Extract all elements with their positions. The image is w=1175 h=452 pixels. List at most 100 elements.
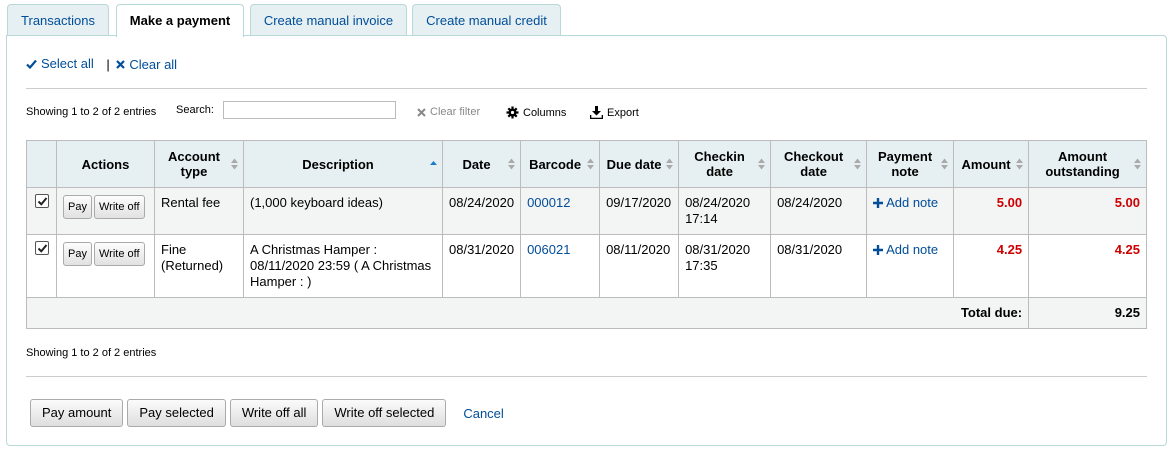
search-label: Search:: [176, 104, 214, 116]
total-due-label: Total due:: [25, 297, 1030, 329]
date-cell: 08/31/2020: [441, 234, 522, 298]
barcode-link[interactable]: 000012: [527, 195, 570, 210]
payment-note-cell: Add note: [866, 187, 955, 235]
plus-icon: [873, 198, 884, 208]
transactions-table: Actions Account type Description Date Ba…: [25, 140, 1147, 329]
column-header-checkout-date[interactable]: Checkout date: [770, 140, 868, 188]
column-header-barcode[interactable]: Barcode: [520, 140, 601, 188]
export-label: Export: [607, 106, 639, 119]
sort-icon: [758, 158, 766, 170]
search-input[interactable]: [223, 101, 396, 119]
write-off-all-button[interactable]: Write off all: [229, 399, 319, 427]
columns-button[interactable]: Columns: [506, 106, 566, 119]
tab-create-manual-invoice[interactable]: Create manual invoice: [250, 4, 407, 36]
separator: |: [106, 56, 110, 72]
row-select-cell: [26, 234, 57, 298]
pay-button[interactable]: Pay: [63, 242, 92, 266]
select-all-label: Select all: [41, 56, 94, 71]
sort-icon: [666, 158, 674, 170]
x-icon: [417, 107, 426, 117]
column-header-due-date[interactable]: Due date: [599, 140, 680, 188]
column-header-amount-outstanding[interactable]: Amount outstanding: [1028, 140, 1147, 188]
write-off-button[interactable]: Write off: [93, 242, 145, 266]
sort-icon: [231, 158, 238, 170]
row-select-cell: [26, 187, 57, 235]
plus-icon: [873, 245, 884, 255]
description-cell: (1,000 keyboard ideas): [243, 187, 443, 235]
row-checkbox[interactable]: [34, 241, 49, 255]
barcode-cell: 000012: [520, 187, 601, 235]
amount-outstanding-cell: 4.25: [1028, 234, 1147, 298]
tab-make-a-payment[interactable]: Make a payment: [116, 4, 244, 37]
check-icon: [26, 59, 37, 69]
barcode-cell: 006021: [520, 234, 601, 298]
due-date-cell: 08/11/2020: [599, 234, 680, 298]
total-due-value: 9.25: [1028, 297, 1147, 329]
table-toolbar: Showing 1 to 2 of 2 entries Search: Clea…: [26, 100, 1147, 124]
divider-bottom: [26, 376, 1147, 377]
add-note-link[interactable]: Add note: [873, 242, 938, 258]
sort-icon: [854, 158, 862, 170]
total-row: Total due: 9.25: [25, 297, 1147, 329]
check-icon: [37, 244, 47, 253]
amount-outstanding-cell: 5.00: [1028, 187, 1147, 235]
payment-panel: Select all | Clear all Showing 1 to 2 of…: [6, 35, 1167, 446]
sort-icon: [1134, 158, 1141, 170]
download-icon: [590, 106, 603, 119]
clear-all-label: Clear all: [129, 56, 178, 72]
checkin-date-cell: 08/31/2020 17:35: [678, 234, 772, 298]
cancel-link[interactable]: Cancel: [463, 406, 503, 421]
sort-icon: [1016, 158, 1024, 170]
pay-amount-button[interactable]: Pay amount: [30, 399, 124, 427]
pay-selected-button[interactable]: Pay selected: [127, 399, 226, 427]
action-bar: Pay amount Pay selected Write off all Wr…: [30, 399, 504, 427]
table-header-row: Actions Account type Description Date Ba…: [26, 140, 1147, 188]
entries-info: Showing 1 to 2 of 2 entries: [26, 106, 157, 118]
x-icon: [116, 59, 126, 69]
clear-all-link[interactable]: Clear all: [116, 57, 177, 72]
description-cell: A Christmas Hamper : 08/11/2020 23:59 ( …: [243, 234, 443, 298]
clear-filter-button[interactable]: Clear filter: [417, 106, 480, 118]
table-row: Pay Write off Rental fee (1,000 keyboard …: [26, 187, 1147, 235]
column-header-account-type[interactable]: Account type: [154, 140, 244, 188]
check-icon: [37, 197, 47, 206]
gear-icon: [506, 106, 519, 119]
column-header-amount[interactable]: Amount: [953, 140, 1030, 188]
account-type-cell: Fine (Returned): [154, 234, 244, 298]
payment-note-cell: Add note: [866, 234, 955, 298]
due-date-cell: 09/17/2020: [599, 187, 680, 235]
add-note-label: Add note: [886, 195, 939, 210]
select-all-link[interactable]: Select all: [26, 56, 94, 71]
row-checkbox[interactable]: [34, 194, 49, 208]
column-header-select: [26, 140, 57, 188]
tab-transactions[interactable]: Transactions: [7, 4, 109, 36]
divider-top: [26, 88, 1147, 89]
pay-button[interactable]: Pay: [63, 195, 92, 219]
sort-asc-icon: [430, 161, 437, 165]
checkin-date-cell: 08/24/2020 17:14: [678, 187, 772, 235]
column-header-date[interactable]: Date: [441, 140, 522, 188]
barcode-link[interactable]: 006021: [527, 242, 570, 257]
write-off-button[interactable]: Write off: [93, 195, 145, 219]
checkout-date-cell: 08/31/2020: [770, 234, 868, 298]
sort-icon: [941, 158, 949, 170]
write-off-selected-button[interactable]: Write off selected: [322, 399, 447, 427]
column-header-payment-note[interactable]: Payment note: [866, 140, 955, 188]
amount-cell: 4.25: [953, 234, 1030, 298]
add-note-link[interactable]: Add note: [873, 195, 938, 211]
clear-filter-label: Clear filter: [430, 106, 481, 118]
sort-icon: [508, 158, 516, 170]
column-header-actions: Actions: [56, 140, 155, 188]
account-type-cell: Rental fee: [154, 187, 244, 235]
table-row: Pay Write off Fine (Returned) A Christmas…: [26, 234, 1147, 298]
export-button[interactable]: Export: [590, 106, 639, 119]
sort-icon: [587, 158, 595, 170]
column-header-description[interactable]: Description: [243, 140, 443, 188]
tab-create-manual-credit[interactable]: Create manual credit: [412, 4, 561, 36]
row-actions-cell: Pay Write off: [56, 187, 155, 235]
select-bar: Select all | Clear all: [26, 56, 177, 72]
row-actions-cell: Pay Write off: [56, 234, 155, 298]
column-header-checkin-date[interactable]: Checkin date: [678, 140, 772, 188]
amount-cell: 5.00: [953, 187, 1030, 235]
columns-label: Columns: [523, 106, 567, 119]
